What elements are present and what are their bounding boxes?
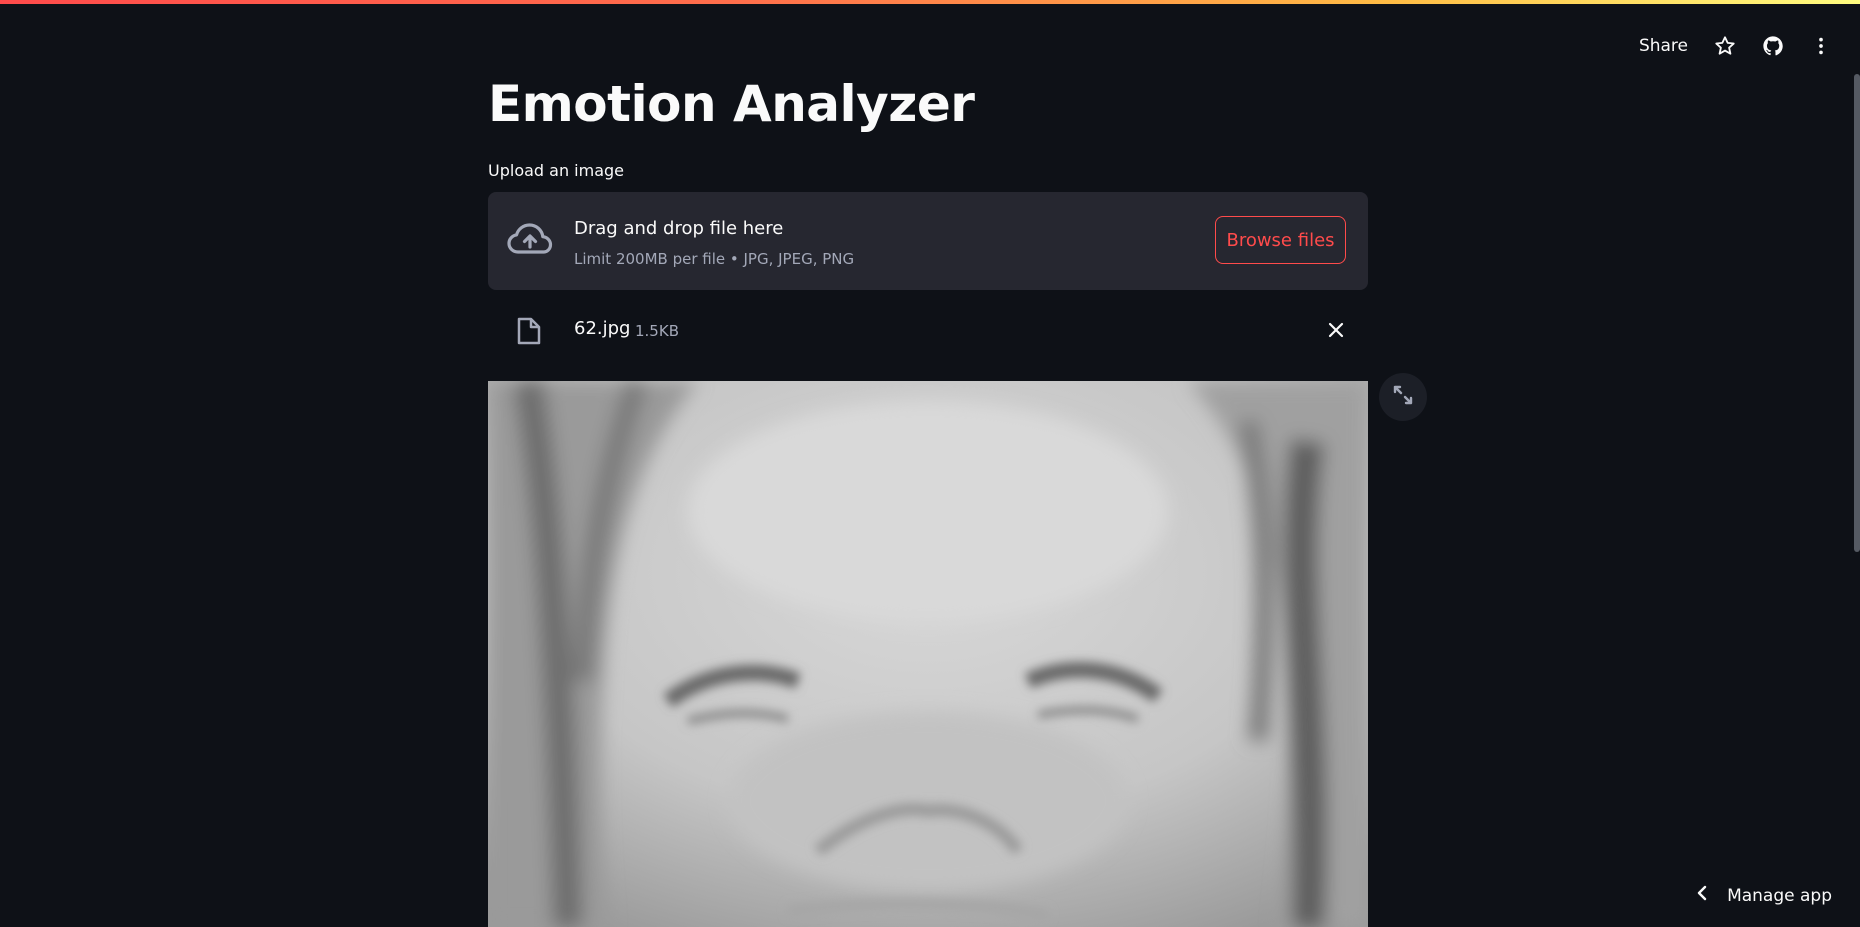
file-icon (516, 316, 542, 350)
github-icon[interactable] (1762, 35, 1784, 57)
manage-app-label: Manage app (1727, 885, 1832, 906)
uploader-label: Upload an image (488, 161, 625, 180)
browse-files-button[interactable]: Browse files (1215, 216, 1346, 264)
fullscreen-button[interactable] (1379, 373, 1427, 421)
uploaded-file-row: 62.jpg 1.5KB (488, 304, 1368, 356)
remove-file-button[interactable] (1324, 318, 1348, 342)
share-button[interactable]: Share (1639, 36, 1688, 56)
file-size: 1.5KB (635, 322, 679, 340)
page-scrollbar[interactable] (1854, 74, 1860, 552)
star-icon[interactable] (1714, 35, 1736, 57)
app-toolbar: Share (1639, 30, 1832, 62)
dropzone-title: Drag and drop file here (574, 218, 784, 239)
uploaded-image (488, 381, 1368, 927)
cloud-upload-icon (506, 220, 554, 264)
more-vertical-icon[interactable] (1810, 35, 1832, 57)
top-decoration-bar (0, 0, 1860, 4)
dropzone-limit-text: Limit 200MB per file • JPG, JPEG, PNG (574, 250, 855, 268)
page-title: Emotion Analyzer (488, 75, 975, 133)
expand-icon (1392, 384, 1414, 410)
file-dropzone[interactable]: Drag and drop file here Limit 200MB per … (488, 192, 1368, 290)
file-name: 62.jpg (574, 318, 631, 339)
manage-app-button[interactable]: Manage app (1695, 885, 1832, 906)
chevron-left-icon (1695, 885, 1709, 906)
